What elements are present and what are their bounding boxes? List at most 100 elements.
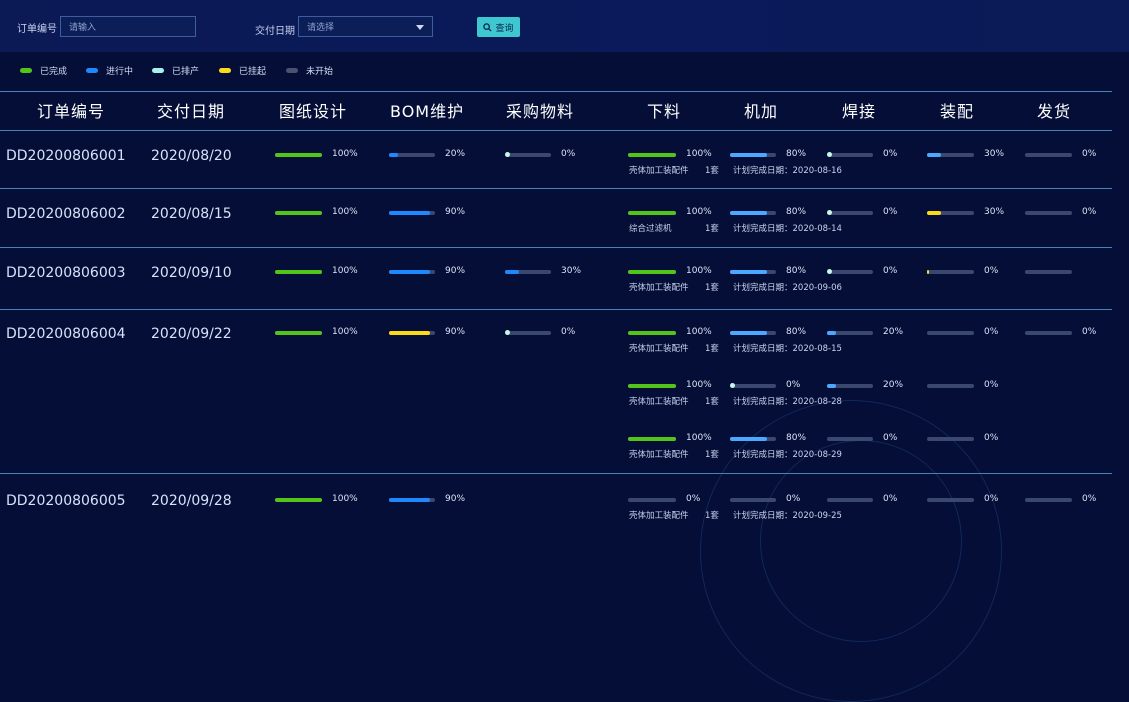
- legend-swatch: [219, 67, 231, 73]
- plan-completion-date: 计划完成日期：2020-08-14: [733, 224, 842, 234]
- legend-item-2: 已排产: [152, 63, 199, 77]
- cutting-progress-percent: 100%: [686, 266, 712, 276]
- legend-label: 进行中: [106, 66, 134, 77]
- drawing-progress-bar: [275, 211, 322, 215]
- delivery-date-placeholder: 请选择: [307, 23, 335, 33]
- column-header-bom: BOM维护: [390, 102, 465, 121]
- welding-progress-percent: 0%: [883, 433, 898, 443]
- purchase-progress-percent: 0%: [561, 149, 576, 159]
- order-number-placeholder: 请输入: [69, 23, 97, 33]
- purchase-progress-bar: [505, 330, 551, 335]
- welding-progress-bar: [827, 269, 873, 274]
- welding-progress-bar-marker: [827, 152, 832, 157]
- assembly-progress-percent: 30%: [984, 207, 1005, 217]
- cutting-progress-percent: 100%: [686, 327, 712, 337]
- bom-progress-percent: 20%: [445, 149, 466, 159]
- assembly-progress-bar: [927, 270, 974, 274]
- legend-item-0: 已完成: [20, 63, 67, 77]
- drawing-progress-bar-fill: [275, 331, 322, 335]
- part-quantity: 1套: [705, 511, 719, 521]
- machining-progress-bar-fill: [730, 437, 767, 441]
- cutting-progress-bar-fill: [628, 384, 676, 388]
- shipping-progress-percent: 0%: [1082, 149, 1097, 159]
- drawing-progress-bar-fill: [275, 270, 322, 274]
- legend-item-1: 进行中: [86, 63, 133, 77]
- delivery-date-select[interactable]: 请选择: [298, 16, 433, 37]
- purchase-progress-percent: 30%: [561, 266, 582, 276]
- plan-completion-date: 计划完成日期：2020-09-25: [733, 511, 842, 521]
- cutting-progress-bar-fill: [628, 331, 676, 335]
- cutting-progress-percent: 100%: [686, 149, 712, 159]
- part-name: 壳体加工装配件: [629, 511, 689, 521]
- machining-progress-bar-marker: [730, 383, 735, 388]
- machining-progress-bar: [730, 211, 776, 215]
- assembly-progress-percent: 30%: [984, 149, 1005, 159]
- header-top-divider: [0, 91, 1112, 92]
- legend-label: 已挂起: [239, 66, 267, 77]
- part-name: 壳体加工装配件: [629, 450, 689, 460]
- plan-completion-date: 计划完成日期：2020-08-16: [733, 166, 842, 176]
- legend-label: 已完成: [40, 66, 68, 77]
- plan-completion-date: 计划完成日期：2020-08-28: [733, 397, 842, 407]
- delivery-date: 2020/08/20: [151, 148, 232, 164]
- part-name: 综合过滤机: [629, 224, 672, 234]
- machining-progress-percent: 80%: [786, 266, 807, 276]
- assembly-progress-bar-fill: [927, 211, 942, 215]
- bom-progress-bar-fill: [389, 498, 431, 502]
- order-number: DD20200806003: [6, 265, 126, 281]
- purchase-progress-bar-marker: [505, 330, 510, 335]
- legend-swatch: [20, 67, 32, 73]
- bom-progress-percent: 90%: [445, 494, 466, 504]
- bom-progress-bar-fill: [389, 211, 431, 215]
- bom-progress-bar: [389, 153, 435, 157]
- purchase-progress-percent: 0%: [561, 327, 576, 337]
- plan-completion-date: 计划完成日期：2020-09-06: [733, 283, 842, 293]
- welding-progress-bar: [827, 384, 873, 388]
- order-number-input[interactable]: 请输入: [60, 16, 196, 37]
- machining-progress-bar: [730, 498, 776, 502]
- drawing-progress-bar: [275, 498, 322, 502]
- shipping-progress-bar: [1025, 331, 1072, 335]
- welding-progress-bar: [827, 331, 873, 335]
- welding-progress-bar-fill: [827, 331, 837, 335]
- delivery-date: 2020/09/28: [151, 493, 232, 509]
- order-number: DD20200806004: [6, 326, 126, 342]
- cutting-progress-bar-fill: [628, 153, 676, 157]
- filter-bar: 订单编号 请输入 交付日期 请选择 查询: [0, 0, 1129, 52]
- delivery-date: 2020/09/22: [151, 326, 232, 342]
- cutting-progress-bar: [628, 437, 676, 441]
- legend-swatch: [86, 67, 98, 73]
- order-number: DD20200806001: [6, 148, 126, 164]
- welding-progress-bar: [827, 210, 873, 215]
- column-header-machining: 机加: [744, 102, 779, 121]
- cutting-progress-percent: 100%: [686, 433, 712, 443]
- cutting-progress-percent: 100%: [686, 207, 712, 217]
- shipping-progress-percent: 0%: [1082, 207, 1097, 217]
- machining-progress-bar: [730, 153, 776, 157]
- part-quantity: 1套: [705, 450, 719, 460]
- drawing-progress-percent: 100%: [332, 494, 358, 504]
- part-quantity: 1套: [705, 283, 719, 293]
- column-header-shipping: 发货: [1037, 102, 1072, 121]
- welding-progress-bar: [827, 437, 873, 441]
- bom-progress-bar: [389, 331, 435, 335]
- query-button[interactable]: 查询: [477, 17, 520, 37]
- assembly-progress-bar: [927, 331, 974, 335]
- assembly-progress-bar: [927, 153, 974, 157]
- machining-progress-percent: 80%: [786, 327, 807, 337]
- drawing-progress-percent: 100%: [332, 207, 358, 217]
- welding-progress-bar-fill: [827, 384, 837, 388]
- search-icon: [483, 22, 493, 32]
- machining-progress-percent: 80%: [786, 433, 807, 443]
- drawing-progress-bar: [275, 153, 322, 157]
- part-quantity: 1套: [705, 166, 719, 176]
- bom-progress-percent: 90%: [445, 327, 466, 337]
- drawing-progress-bar: [275, 331, 322, 335]
- machining-progress-bar: [730, 383, 776, 388]
- query-button-label: 查询: [495, 23, 514, 34]
- machining-progress-percent: 80%: [786, 207, 807, 217]
- part-name: 壳体加工装配件: [629, 283, 689, 293]
- assembly-progress-bar: [927, 384, 974, 388]
- shipping-progress-percent: 0%: [1082, 494, 1097, 504]
- part-quantity: 1套: [705, 344, 719, 354]
